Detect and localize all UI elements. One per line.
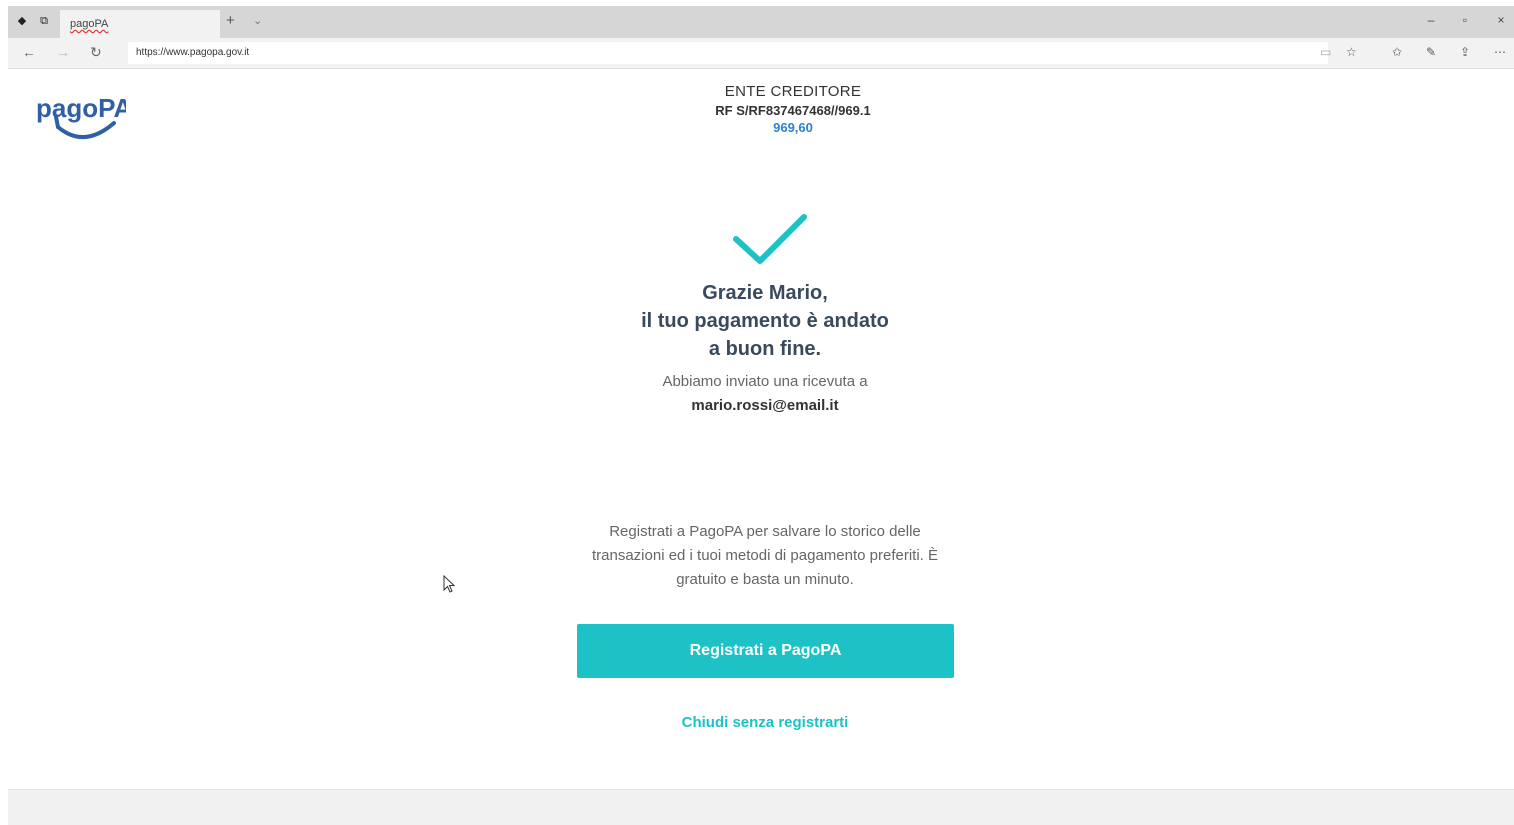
payment-amount: 969,60 (773, 120, 813, 135)
reading-view-icon[interactable]: ▭ (1320, 45, 1331, 59)
share-icon[interactable]: ⇪ (1460, 45, 1470, 59)
favorite-star-icon[interactable]: ☆ (1346, 45, 1357, 59)
minimize-button[interactable]: – (1422, 13, 1440, 27)
tab-pagopa[interactable]: pagoPA (60, 10, 220, 38)
tab-menu-chevron-icon[interactable]: ⌄ (253, 14, 262, 27)
forward-arrow-icon[interactable]: → (56, 44, 70, 60)
success-line-1: Grazie Mario, (702, 282, 828, 304)
address-bar-row: ← → ↻ https://www.pagopa.gov.it ▭ ☆ ✩ ✎ … (8, 38, 1514, 69)
set-aside-tabs-icon[interactable]: ◆ (14, 13, 30, 29)
favorites-hub-icon[interactable]: ✩ (1392, 45, 1402, 59)
close-window-button[interactable]: × (1492, 13, 1510, 27)
tab-title: pagoPA (70, 18, 109, 30)
address-field[interactable]: https://www.pagopa.gov.it (128, 42, 1328, 64)
refresh-icon[interactable]: ↻ (90, 44, 102, 61)
success-line-2: il tuo pagamento è andato (641, 310, 889, 332)
register-invite-text: Registrati a PagoPA per salvare lo stori… (591, 523, 939, 588)
tab-strip: ◆ ⧉ pagoPA + ⌄ – ▫ × (8, 6, 1514, 38)
register-button[interactable]: Registrati a PagoPA (577, 624, 954, 678)
browser-window: ◆ ⧉ pagoPA + ⌄ – ▫ × ← → ↻ https://www.p… (8, 6, 1514, 825)
page-content: pagoPA ENTE CREDITORE RF S/RF837467468//… (8, 69, 1514, 789)
new-tab-button[interactable]: + (226, 12, 235, 29)
receipt-sent-text: Abbiamo inviato una ricevuta a (662, 373, 868, 390)
tabs-aside-icon[interactable]: ⧉ (36, 13, 52, 29)
success-message: Grazie Mario, il tuo pagamento è andato … (565, 279, 965, 363)
url-text: https://www.pagopa.gov.it (136, 47, 250, 58)
success-line-3: a buon fine. (708, 338, 822, 360)
pagopa-logo: pagoPA (36, 93, 126, 140)
back-arrow-icon[interactable]: ← (22, 44, 36, 60)
payment-reference: RF S/RF837467468//969.1 (715, 103, 871, 118)
pen-notes-icon[interactable]: ✎ (1426, 45, 1436, 59)
logo-text: pagoPA (36, 93, 126, 123)
maximize-button[interactable]: ▫ (1456, 13, 1474, 27)
more-menu-icon[interactable]: ⋯ (1494, 45, 1506, 59)
creditor-info: ENTE CREDITORE RF S/RF837467468//969.1 9… (593, 83, 993, 135)
page-footer (8, 789, 1514, 825)
receipt-email: mario.rossi@email.it (691, 397, 839, 414)
success-check-icon (733, 214, 807, 264)
creditor-title: ENTE CREDITORE (724, 83, 862, 100)
mouse-cursor-icon (443, 575, 455, 593)
close-without-register-link[interactable]: Chiudi senza registrarti (575, 714, 955, 731)
